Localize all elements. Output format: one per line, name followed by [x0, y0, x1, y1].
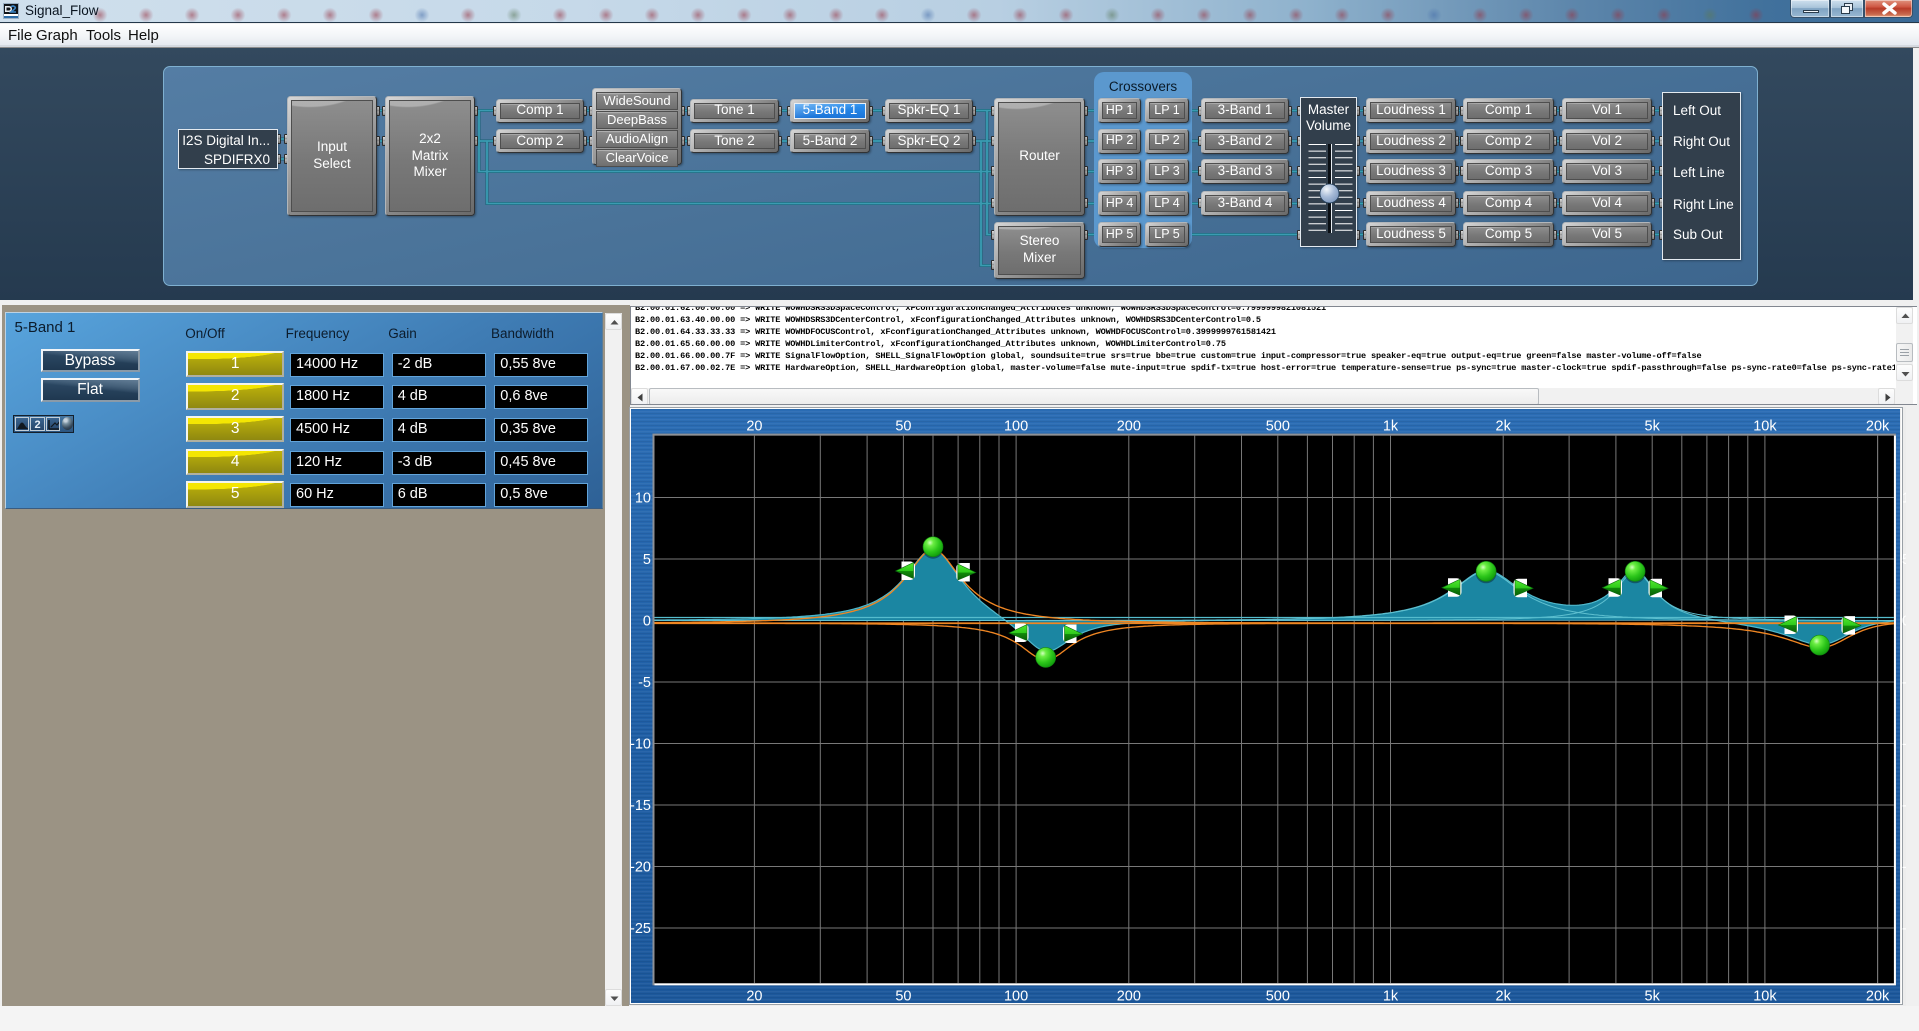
- svg-text:10k: 10k: [1753, 989, 1777, 1005]
- svg-text:10k: 10k: [1753, 419, 1777, 435]
- svg-text:50: 50: [895, 419, 911, 435]
- svg-text:2k: 2k: [1496, 989, 1512, 1005]
- svg-text:-10: -10: [630, 737, 651, 753]
- svg-text:0: 0: [1902, 614, 1906, 630]
- svg-text:10: 10: [635, 491, 651, 507]
- svg-text:20: 20: [746, 419, 762, 435]
- svg-text:500: 500: [1266, 419, 1290, 435]
- svg-text:200: 200: [1117, 419, 1141, 435]
- svg-text:-20: -20: [630, 860, 651, 876]
- svg-text:-15: -15: [1902, 798, 1906, 814]
- svg-text:20k: 20k: [1866, 419, 1890, 435]
- svg-text:1k: 1k: [1383, 989, 1399, 1005]
- svg-text:-5: -5: [1902, 675, 1906, 691]
- svg-text:100: 100: [1004, 419, 1028, 435]
- svg-text:-15: -15: [630, 798, 651, 814]
- svg-text:-20: -20: [1902, 860, 1906, 876]
- svg-text:50: 50: [895, 989, 911, 1005]
- svg-text:100: 100: [1004, 989, 1028, 1005]
- svg-text:-5: -5: [638, 675, 651, 691]
- svg-text:5: 5: [1902, 552, 1906, 568]
- svg-text:5k: 5k: [1645, 989, 1661, 1005]
- svg-text:0: 0: [643, 614, 651, 630]
- svg-text:-10: -10: [1902, 737, 1906, 753]
- svg-text:5k: 5k: [1645, 419, 1661, 435]
- svg-text:1k: 1k: [1383, 419, 1399, 435]
- svg-text:10: 10: [1902, 491, 1906, 507]
- svg-text:2k: 2k: [1496, 419, 1512, 435]
- svg-text:20k: 20k: [1866, 989, 1890, 1005]
- svg-text:20: 20: [746, 989, 762, 1005]
- svg-text:500: 500: [1266, 989, 1290, 1005]
- svg-text:-25: -25: [630, 921, 651, 937]
- svg-text:200: 200: [1117, 989, 1141, 1005]
- svg-text:-25: -25: [1902, 921, 1906, 937]
- svg-text:5: 5: [643, 552, 651, 568]
